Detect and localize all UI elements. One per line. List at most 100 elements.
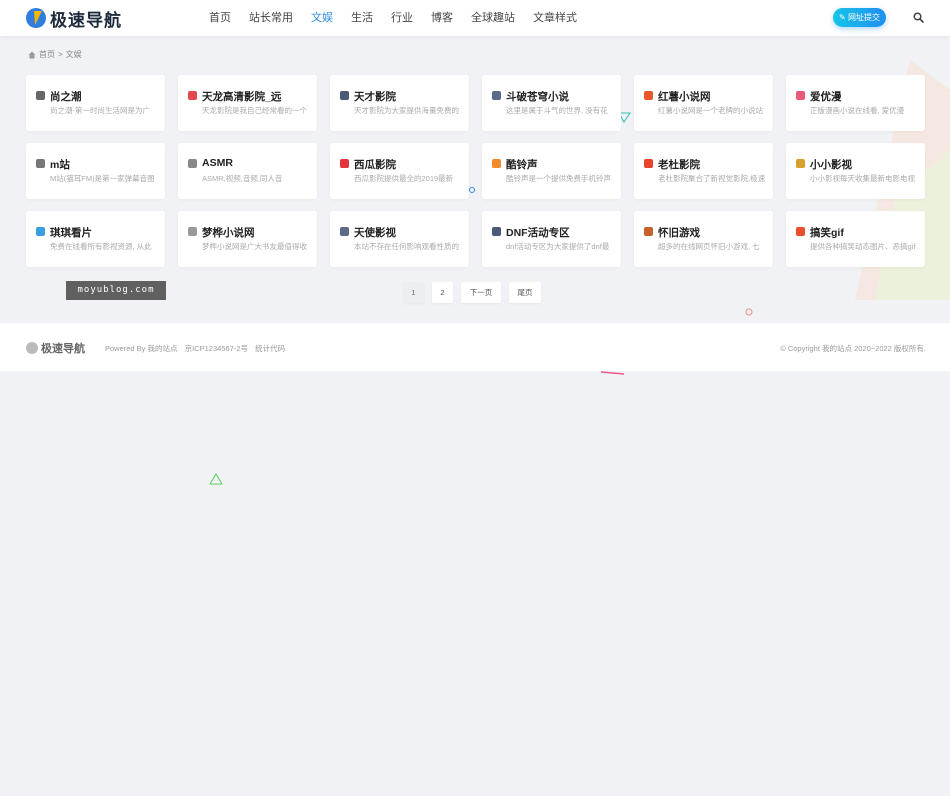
site-card-title[interactable]: 斗破苍穹小说 [506, 89, 569, 104]
site-card-description: 正版漫画小说在线看, 爱优漫 [810, 106, 905, 115]
site-card-description: 提供各种搞笑动态图片、恶搞gif [810, 242, 916, 251]
site-card[interactable]: 尚之潮 尚之潮-第一时尚生活网是为广 [26, 75, 165, 131]
footer-logo[interactable]: 极速导航 [26, 340, 85, 356]
logo-text: 极速导航 [50, 10, 122, 30]
site-card[interactable]: 怀旧游戏超多的在线网页怀旧小游戏, 七 [634, 211, 773, 267]
site-card[interactable]: 老杜影院老杜影院聚合了新视觉影院,极速 [634, 143, 773, 199]
site-card-description: 梦桦小说网是广大书友最值得收 [202, 242, 307, 251]
site-favicon-icon [36, 91, 45, 100]
page-2-button[interactable]: 2 [432, 282, 453, 303]
site-card-title[interactable]: DNF活动专区 [506, 225, 570, 240]
site-logo[interactable]: 极速导航 [26, 7, 122, 30]
nav-item-3[interactable]: 生活 [351, 0, 373, 36]
site-card[interactable]: 西瓜影院西瓜影院提供最全的2019最新 [330, 143, 469, 199]
site-card[interactable]: 爱优漫正版漫画小说在线看, 爱优漫 [786, 75, 925, 131]
nav-item-7[interactable]: 文章样式 [533, 0, 577, 36]
lightning-logo-icon [26, 342, 38, 354]
site-card-title[interactable]: 尚之潮 [50, 89, 82, 104]
site-card-description: M站(猫耳FM)是第一家弹幕音图 [50, 174, 155, 183]
breadcrumb-separator: > [58, 50, 63, 59]
nav-item-2[interactable]: 文娱 [311, 0, 333, 36]
icp-link[interactable]: 京ICP1234567-2号 [185, 344, 248, 353]
site-favicon-icon [188, 227, 197, 236]
site-card-description: 天龙影院是我自己经常看的一个 [202, 106, 307, 115]
nav-item-4[interactable]: 行业 [391, 0, 413, 36]
site-favicon-icon [188, 159, 197, 168]
search-icon[interactable] [913, 12, 924, 23]
site-favicon-icon [492, 91, 501, 100]
site-card-title[interactable]: 怀旧游戏 [658, 225, 700, 240]
site-card[interactable]: DNF活动专区 dnf活动专区为大家提供了dnf最 [482, 211, 621, 267]
next-page-button[interactable]: 下一页 [461, 282, 501, 303]
site-card-description: dnf活动专区为大家提供了dnf最 [506, 242, 610, 251]
site-card-title[interactable]: 天龙高清影院_远 [202, 89, 281, 104]
powered-by-text[interactable]: Powered By 我的站点 [105, 344, 178, 353]
site-card-description: 天才影院为大家提供海量免费的 [354, 106, 459, 115]
site-card-description: 红薯小说网是一个老牌的小说站 [658, 106, 763, 115]
site-card[interactable]: 搞笑gif 提供各种搞笑动态图片、恶搞gif [786, 211, 925, 267]
last-page-button[interactable]: 尾页 [509, 282, 541, 303]
site-card-title[interactable]: 老杜影院 [658, 157, 700, 172]
site-card-title[interactable]: 琪琪看片 [50, 225, 92, 240]
site-card-title[interactable]: 梦桦小说网 [202, 225, 255, 240]
site-favicon-icon [644, 227, 653, 236]
site-card-title[interactable]: 天才影院 [354, 89, 396, 104]
breadcrumb-home[interactable]: 首页 [39, 49, 55, 60]
site-card-title[interactable]: m站 [50, 157, 70, 172]
site-favicon-icon [36, 227, 45, 236]
nav-item-5[interactable]: 博客 [431, 0, 453, 36]
site-card[interactable]: 天龙高清影院_远天龙影院是我自己经常看的一个 [178, 75, 317, 131]
site-card[interactable]: 酷铃声酷铃声是一个提供免费手机铃声 [482, 143, 621, 199]
site-card-title[interactable]: 爱优漫 [810, 89, 842, 104]
site-card-title[interactable]: 红薯小说网 [658, 89, 711, 104]
site-card[interactable]: 天才影院天才影院为大家提供海量免费的 [330, 75, 469, 131]
page-1-button[interactable]: 1 [403, 282, 424, 303]
stats-link[interactable]: 统计代码 [255, 344, 285, 353]
site-favicon-icon [340, 227, 349, 236]
nav-item-0[interactable]: 首页 [209, 0, 231, 36]
site-card[interactable]: 小小影视小小影视每天收集最新电影电视 [786, 143, 925, 199]
site-card-description: 酷铃声是一个提供免费手机铃声 [506, 174, 611, 183]
site-favicon-icon [492, 159, 501, 168]
circle-decoration [745, 308, 753, 316]
site-card-title[interactable]: ASMR [202, 157, 233, 169]
nav-item-6[interactable]: 全球趣站 [471, 0, 515, 36]
site-favicon-icon [644, 159, 653, 168]
site-favicon-icon [492, 227, 501, 236]
pagination: 1 2 下一页 尾页 [403, 282, 549, 303]
footer-logo-text: 极速导航 [41, 343, 85, 355]
site-card[interactable]: 梦桦小说网梦桦小说网是广大书友最值得收 [178, 211, 317, 267]
site-card-description: 超多的在线网页怀旧小游戏, 七 [658, 242, 760, 251]
site-card[interactable]: m站 M站(猫耳FM)是第一家弹幕音图 [26, 143, 165, 199]
site-card-description: 小小影视每天收集最新电影电视 [810, 174, 915, 183]
site-card-description: ASMR,视频,音频,同人音 [202, 174, 283, 183]
site-favicon-icon [644, 91, 653, 100]
site-card-title[interactable]: 天使影视 [354, 225, 396, 240]
main-nav: 首页 站长常用 文娱 生活 行业 博客 全球趣站 文章样式 [200, 0, 586, 36]
home-icon [28, 51, 36, 58]
top-header: 极速导航 首页 站长常用 文娱 生活 行业 博客 全球趣站 文章样式 ✎ 网址提交 [0, 0, 950, 36]
site-card[interactable]: 琪琪看片免费在线看所有影视资源, 从此 [26, 211, 165, 267]
nav-item-1[interactable]: 站长常用 [249, 0, 293, 36]
site-card-title[interactable]: 搞笑gif [810, 225, 844, 240]
site-favicon-icon [188, 91, 197, 100]
site-favicon-icon [340, 159, 349, 168]
site-card[interactable]: ASMR ASMR,视频,音频,同人音 [178, 143, 317, 199]
site-card-description: 本站不存在任何影响观看性质的 [354, 242, 459, 251]
site-card-title[interactable]: 小小影视 [810, 157, 852, 172]
site-card[interactable]: 天使影视本站不存在任何影响观看性质的 [330, 211, 469, 267]
site-favicon-icon [340, 91, 349, 100]
site-card[interactable]: 红薯小说网红薯小说网是一个老牌的小说站 [634, 75, 773, 131]
site-favicon-icon [796, 227, 805, 236]
site-card-description: 西瓜影院提供最全的2019最新 [354, 174, 454, 183]
site-card-description: 免费在线看所有影视资源, 从此 [50, 242, 152, 251]
site-card-title[interactable]: 西瓜影院 [354, 157, 396, 172]
submit-url-button[interactable]: ✎ 网址提交 [833, 8, 886, 27]
site-card-description: 这里是属于斗气的世界, 没有花 [506, 106, 608, 115]
lightning-logo-icon [26, 8, 46, 28]
site-card-title[interactable]: 酷铃声 [506, 157, 538, 172]
triangle-decoration [209, 473, 223, 485]
site-card-description: 老杜影院聚合了新视觉影院,极速 [658, 174, 766, 183]
site-favicon-icon [796, 159, 805, 168]
site-card[interactable]: 斗破苍穹小说这里是属于斗气的世界, 没有花 [482, 75, 621, 131]
